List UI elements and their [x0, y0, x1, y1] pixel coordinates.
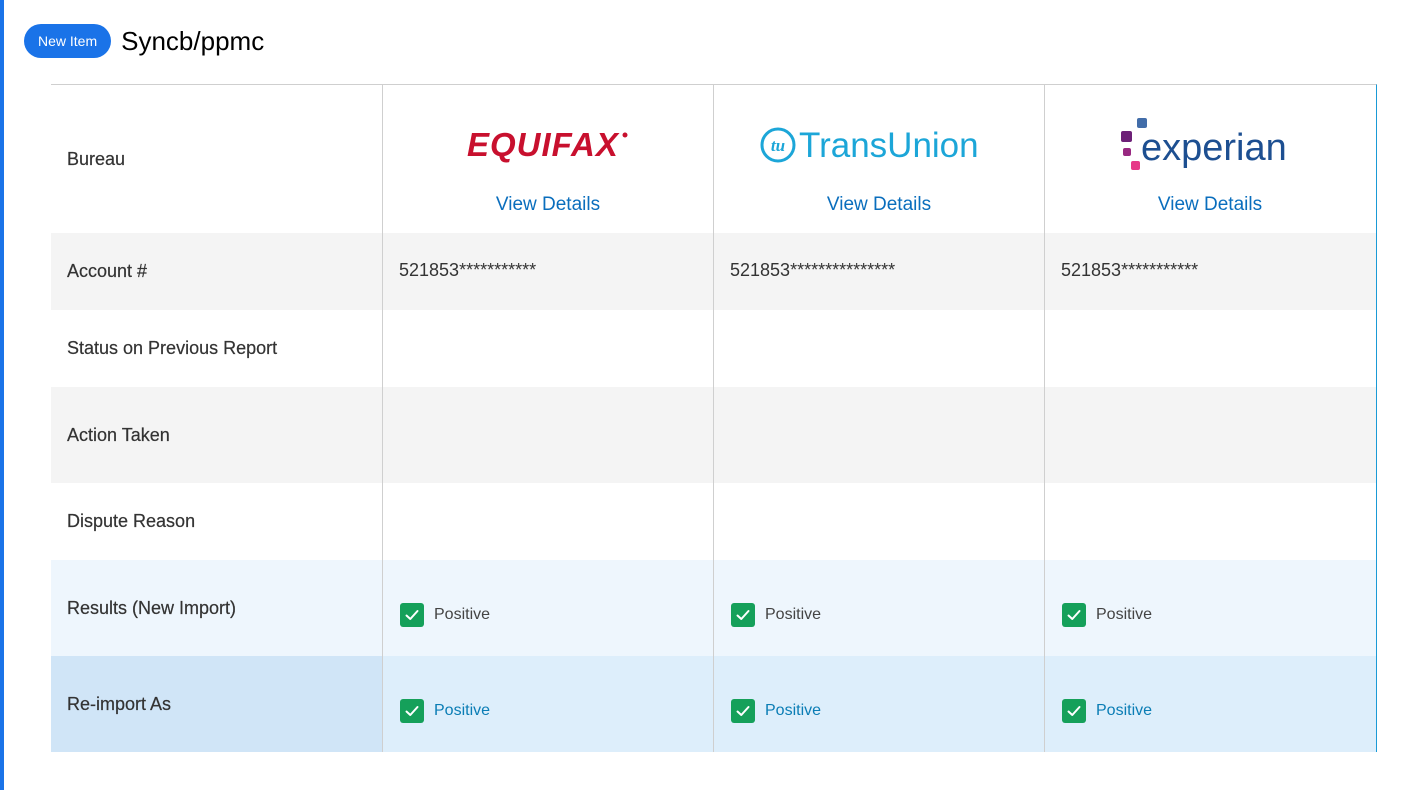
results-cell-experian: Positive — [1044, 560, 1375, 656]
page-title: Syncb/ppmc — [121, 25, 265, 56]
result-transunion: Positive — [731, 603, 821, 627]
bureau-cell-equifax: EQUIFAX View Details — [382, 85, 713, 233]
bureau-comparison-table: Bureau EQUIFAX View Details tu TransUnio… — [51, 84, 1377, 752]
new-item-badge[interactable]: New Item — [24, 24, 112, 58]
result-label-equifax: Positive — [434, 606, 491, 623]
result-equifax: Positive — [400, 603, 490, 627]
dispute-cell-equifax — [382, 483, 713, 560]
checkbox-checked-icon[interactable] — [731, 699, 755, 723]
experian-view-details-link[interactable]: View Details — [1158, 194, 1262, 216]
checkbox-checked-icon[interactable] — [1062, 603, 1086, 627]
experian-logo: experian — [1115, 115, 1305, 175]
checkbox-checked-icon[interactable] — [731, 603, 755, 627]
bureau-cell-experian: experian View Details — [1044, 85, 1375, 233]
reimport-cell-transunion: Positive — [713, 656, 1044, 752]
row-label-account: Account # — [67, 261, 148, 281]
action-cell-equifax — [382, 387, 713, 483]
page-header: New Item Syncb/ppmc — [24, 24, 264, 58]
dispute-row: Dispute Reason — [51, 483, 1376, 560]
row-label-results: Results (New Import) — [67, 597, 237, 618]
bureau-row: Bureau EQUIFAX View Details tu TransUnio… — [51, 85, 1376, 233]
checkbox-checked-icon[interactable] — [400, 603, 424, 627]
reimport-label-transunion[interactable]: Positive — [765, 702, 821, 720]
reimport-cell-experian: Positive — [1044, 656, 1375, 752]
reimport-experian[interactable]: Positive — [1062, 699, 1152, 723]
dispute-cell-transunion — [713, 483, 1044, 560]
result-experian: Positive — [1062, 603, 1152, 627]
transunion-logo-text: TransUnion — [799, 126, 979, 165]
status-cell-experian — [1044, 310, 1375, 387]
result-label-transunion: Positive — [765, 606, 822, 623]
reimport-cell-equifax: Positive — [382, 656, 713, 752]
row-label-reimport: Re-import As — [51, 656, 382, 752]
dispute-cell-experian — [1044, 483, 1375, 560]
account-number-equifax: 521853*********** — [399, 260, 537, 280]
bureau-cell-transunion: tu TransUnion View Details — [713, 85, 1044, 233]
account-cell-experian: 521853*********** — [1044, 233, 1375, 310]
reimport-label-equifax[interactable]: Positive — [434, 702, 490, 720]
account-number-transunion: 521853*************** — [730, 260, 896, 280]
transunion-logo-mark: tu — [771, 136, 785, 155]
row-label-dispute: Dispute Reason — [67, 511, 196, 531]
results-cell-transunion: Positive — [713, 560, 1044, 656]
row-label-action: Action Taken — [67, 424, 170, 445]
row-label-bureau: Bureau — [67, 148, 126, 169]
checkbox-checked-icon[interactable] — [1062, 699, 1086, 723]
account-cell-transunion: 521853*************** — [713, 233, 1044, 310]
results-row: Results (New Import) Positive Positive P… — [51, 560, 1376, 656]
result-label-experian: Positive — [1096, 606, 1153, 623]
equifax-logo-text: EQUIFAX — [467, 126, 620, 163]
status-cell-equifax — [382, 310, 713, 387]
status-cell-transunion — [713, 310, 1044, 387]
experian-logo-text: experian — [1141, 127, 1287, 169]
left-accent-bar — [0, 0, 4, 790]
equifax-view-details-link[interactable]: View Details — [496, 194, 600, 216]
reimport-equifax[interactable]: Positive — [400, 699, 490, 723]
results-cell-equifax: Positive — [382, 560, 713, 656]
reimport-row: Re-import As Positive Positive Positive — [51, 656, 1376, 752]
action-cell-transunion — [713, 387, 1044, 483]
account-cell-equifax: 521853*********** — [382, 233, 713, 310]
action-row: Action Taken — [51, 387, 1376, 483]
row-label-status: Status on Previous Report — [67, 338, 278, 358]
transunion-view-details-link[interactable]: View Details — [827, 194, 931, 216]
reimport-label-experian[interactable]: Positive — [1096, 702, 1152, 720]
checkbox-checked-icon[interactable] — [400, 699, 424, 723]
transunion-logo: tu TransUnion — [759, 115, 999, 175]
account-number-experian: 521853*********** — [1061, 260, 1199, 280]
action-cell-experian — [1044, 387, 1375, 483]
equifax-logo: EQUIFAX — [463, 115, 633, 175]
reimport-transunion[interactable]: Positive — [731, 699, 821, 723]
status-row: Status on Previous Report — [51, 310, 1376, 387]
account-row: Account # 521853*********** 521853******… — [51, 233, 1376, 310]
